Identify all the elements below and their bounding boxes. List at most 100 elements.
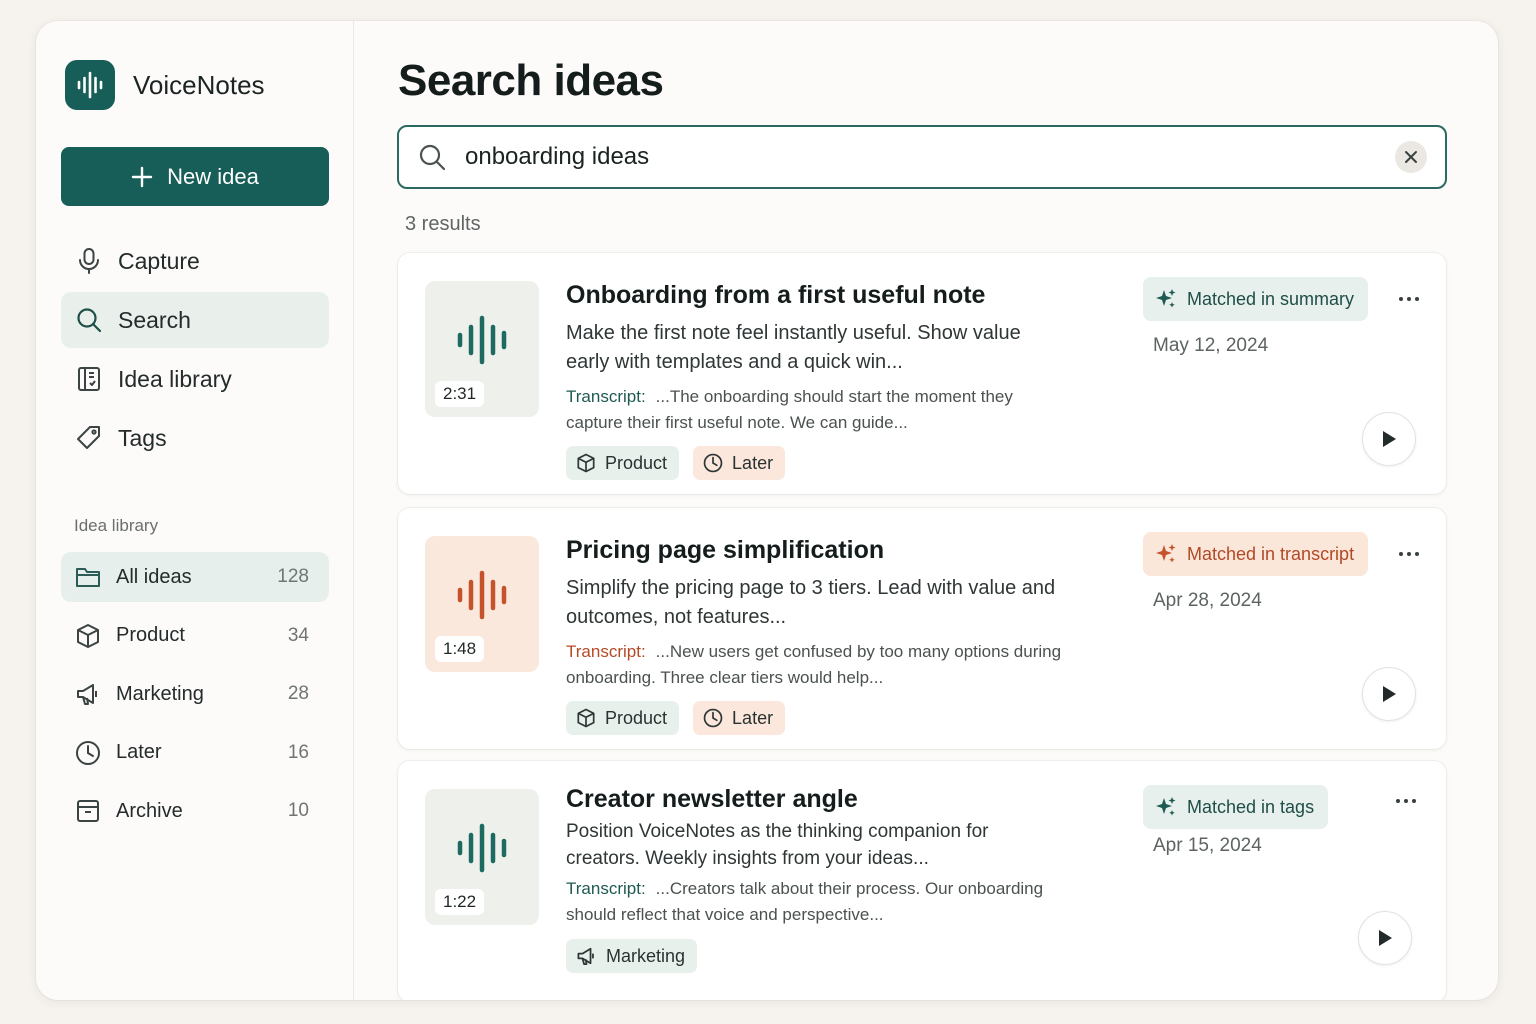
match-badge: Matched in summary xyxy=(1143,277,1369,321)
library-item-all-ideas[interactable]: All ideas 128 xyxy=(61,552,329,602)
folder-icon xyxy=(74,563,102,591)
nav-item-label: Tags xyxy=(118,424,167,451)
megaphone-icon xyxy=(74,680,102,708)
tag-label: Product xyxy=(605,707,668,728)
result-transcript: Transcript: ...Creators talk about their … xyxy=(566,876,1066,928)
app-window: VoiceNotes New idea Capture Search Idea … xyxy=(36,21,1498,1000)
match-badge: Matched in tags xyxy=(1143,785,1329,829)
library-item-product[interactable]: Product 34 xyxy=(61,611,329,661)
library-list: All ideas 128 Product 34 Marketing 28 La… xyxy=(61,552,329,845)
primary-nav: Capture Search Idea library Tags xyxy=(61,233,329,469)
library-item-archive[interactable]: Archive 10 xyxy=(61,786,329,836)
clear-search-button[interactable] xyxy=(1395,141,1427,173)
tag-later[interactable]: Later xyxy=(693,701,786,735)
cube-icon xyxy=(74,622,102,650)
result-card[interactable]: 1:48 Pricing page simplification Simplif… xyxy=(398,508,1446,749)
match-badge: Matched in transcript xyxy=(1143,532,1369,576)
nav-item-label: Capture xyxy=(118,247,200,274)
play-button[interactable] xyxy=(1358,911,1412,965)
library-heading: Idea library xyxy=(74,516,159,535)
play-icon xyxy=(1383,431,1396,447)
duration-label: 2:31 xyxy=(435,381,485,407)
result-title[interactable]: Creator newsletter angle xyxy=(566,785,858,814)
more-options-icon[interactable] xyxy=(1391,791,1421,811)
result-summary: Make the first note feel instantly usefu… xyxy=(566,322,1021,373)
tag-marketing[interactable]: Marketing xyxy=(566,939,698,973)
cube-icon xyxy=(577,453,595,473)
transcript-label: Transcript: xyxy=(566,879,646,898)
sparkle-icon xyxy=(1156,289,1176,308)
waveform-icon xyxy=(457,570,507,620)
result-card[interactable]: 1:22 Creator newsletter angle Position V… xyxy=(398,761,1446,1000)
audio-thumbnail[interactable]: 1:22 xyxy=(425,789,539,925)
megaphone-icon xyxy=(577,947,594,965)
result-date: Apr 28, 2024 xyxy=(1153,590,1262,611)
new-idea-button[interactable]: New idea xyxy=(61,147,329,206)
play-button[interactable] xyxy=(1362,667,1416,721)
library-item-later[interactable]: Later 16 xyxy=(61,728,329,778)
brand: VoiceNotes xyxy=(65,60,265,110)
clock-icon xyxy=(703,453,723,473)
match-label: Matched in tags xyxy=(1187,796,1315,817)
play-icon xyxy=(1383,686,1396,702)
tag-label: Later xyxy=(732,452,774,473)
match-label: Matched in summary xyxy=(1187,288,1355,309)
match-label: Matched in transcript xyxy=(1187,543,1355,564)
duration-label: 1:22 xyxy=(435,889,485,915)
library-item-count: 128 xyxy=(277,566,309,587)
result-summary: Position VoiceNotes as the thinking comp… xyxy=(566,821,989,869)
tag-label: Later xyxy=(732,707,774,728)
audio-thumbnail[interactable]: 2:31 xyxy=(425,281,539,417)
clock-icon xyxy=(703,708,723,728)
archive-icon xyxy=(74,797,102,825)
library-item-marketing[interactable]: Marketing 28 xyxy=(61,669,329,719)
result-card[interactable]: 2:31 Onboarding from a first useful note… xyxy=(398,253,1446,494)
sparkle-icon xyxy=(1156,544,1176,563)
transcript-label: Transcript: xyxy=(566,387,646,406)
library-item-count: 34 xyxy=(287,624,309,646)
library-item-label: Archive xyxy=(116,799,183,822)
tag-later[interactable]: Later xyxy=(693,446,786,480)
library-item-count: 16 xyxy=(287,741,309,763)
search-icon xyxy=(75,306,103,334)
page-title: Search ideas xyxy=(398,56,664,105)
tag-list: Product Later xyxy=(566,446,786,480)
tag-product[interactable]: Product xyxy=(566,446,680,480)
library-item-count: 28 xyxy=(287,683,309,704)
more-options-icon[interactable] xyxy=(1394,289,1424,309)
play-button[interactable] xyxy=(1362,412,1416,466)
library-item-label: All ideas xyxy=(116,565,192,588)
result-transcript: Transcript: ...New users get confused by … xyxy=(566,639,1066,691)
tag-label: Product xyxy=(605,452,668,473)
tag-product[interactable]: Product xyxy=(566,701,680,735)
result-title[interactable]: Onboarding from a first useful note xyxy=(566,281,985,310)
nav-item-tags[interactable]: Tags xyxy=(61,410,329,466)
book-icon xyxy=(75,365,103,393)
nav-item-idea-library[interactable]: Idea library xyxy=(61,351,329,407)
result-title[interactable]: Pricing page simplification xyxy=(566,536,884,565)
result-date: Apr 15, 2024 xyxy=(1153,835,1262,856)
search-input[interactable] xyxy=(465,143,1395,171)
tag-list: Product Later xyxy=(566,701,786,735)
waveform-icon xyxy=(457,315,507,365)
result-summary: Simplify the pricing page to 3 tiers. Le… xyxy=(566,577,1056,628)
more-options-icon[interactable] xyxy=(1394,544,1424,564)
search-icon xyxy=(417,142,447,172)
results-count: 3 results xyxy=(405,213,481,235)
nav-item-label: Search xyxy=(118,306,191,333)
cube-icon xyxy=(577,708,595,728)
duration-label: 1:48 xyxy=(435,636,485,662)
search-bar xyxy=(397,125,1447,189)
nav-item-search[interactable]: Search xyxy=(61,292,329,348)
transcript-label: Transcript: xyxy=(566,642,646,661)
nav-item-capture[interactable]: Capture xyxy=(61,233,329,289)
close-icon xyxy=(1405,151,1417,163)
library-item-label: Marketing xyxy=(116,682,204,705)
nav-item-label: Idea library xyxy=(118,365,232,392)
sidebar: VoiceNotes New idea Capture Search Idea … xyxy=(36,21,354,1000)
audio-thumbnail[interactable]: 1:48 xyxy=(425,536,539,672)
tag-icon xyxy=(75,424,103,452)
tag-label: Marketing xyxy=(606,945,686,966)
play-icon xyxy=(1379,930,1392,946)
voicenotes-logo-icon xyxy=(65,60,115,110)
